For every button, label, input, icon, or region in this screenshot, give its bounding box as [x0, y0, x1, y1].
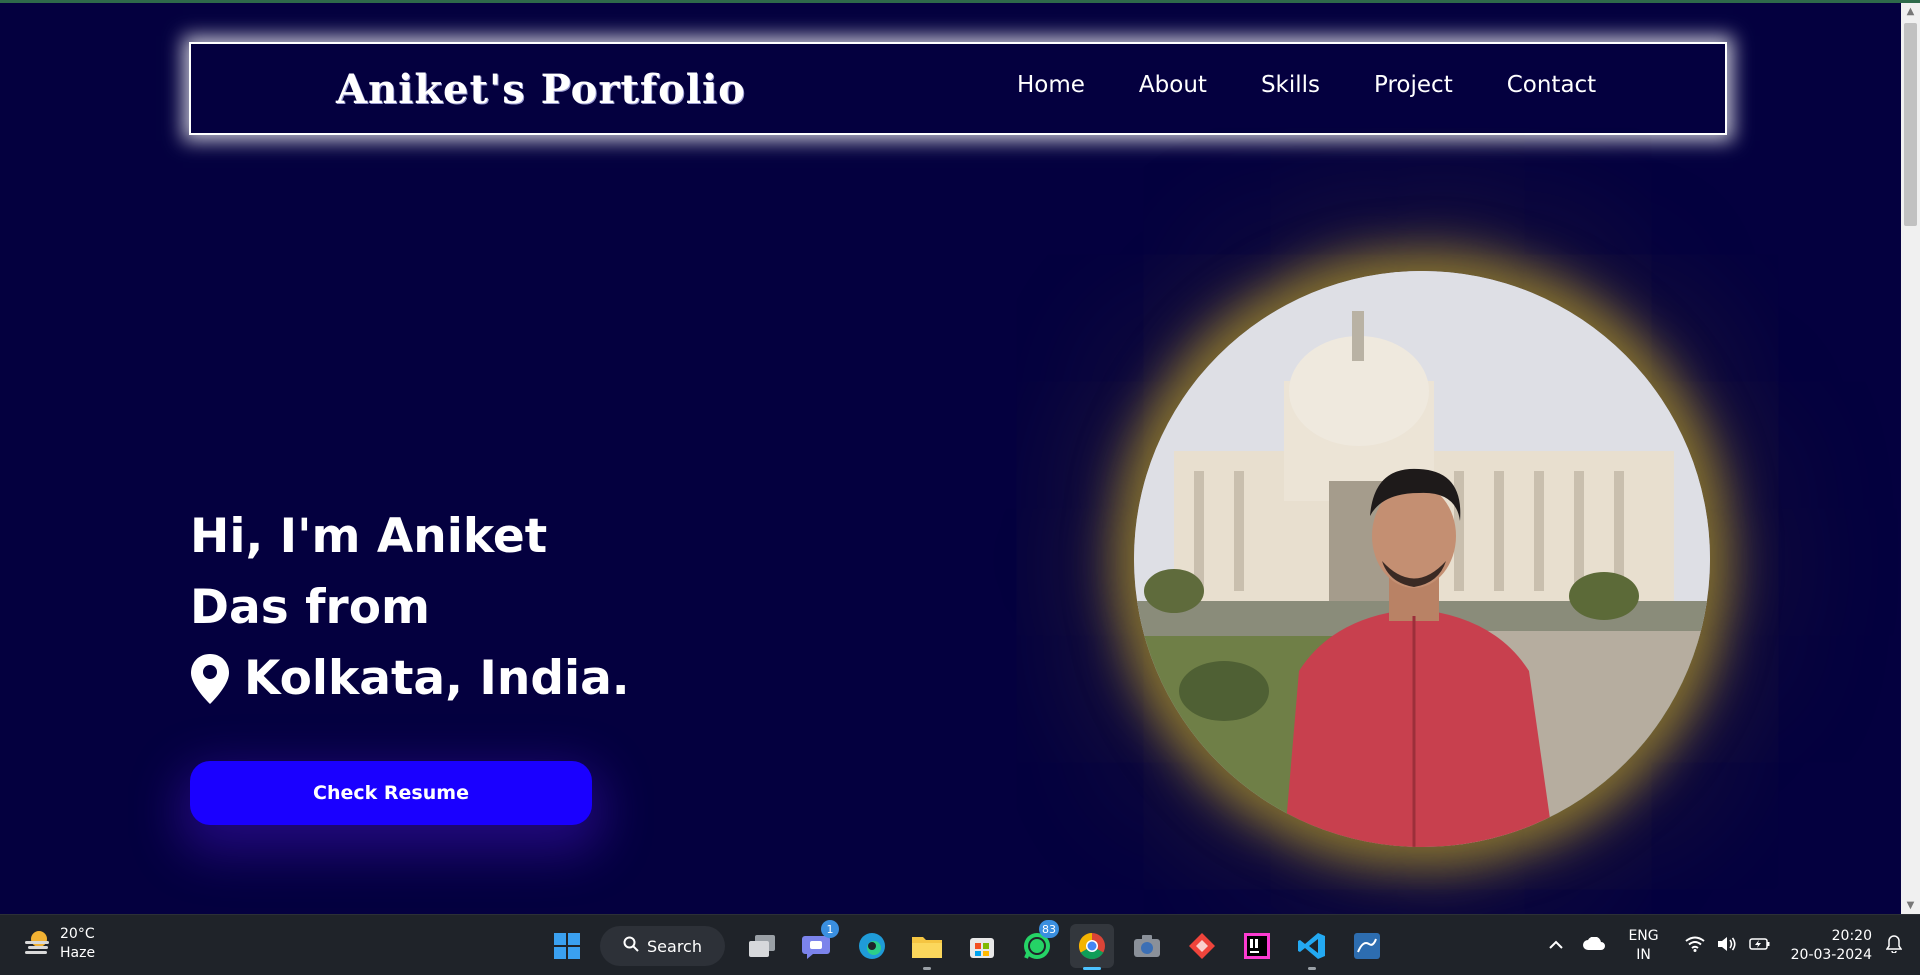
clock-time: 20:20: [1831, 927, 1872, 944]
taskbar-search[interactable]: Search: [600, 926, 725, 966]
start-windows-icon[interactable]: [545, 924, 589, 968]
system-clock[interactable]: 20:20 20-03-2024: [1791, 927, 1872, 965]
nav-link-home[interactable]: Home: [1017, 72, 1085, 98]
hero-location: Kolkata, India.: [190, 643, 630, 714]
clock-date: 20-03-2024: [1790, 946, 1872, 963]
scroll-down-arrow-icon[interactable]: ▼: [1901, 897, 1920, 914]
scrollbar-thumb[interactable]: [1904, 23, 1917, 226]
hero-heading: Hi, I'm Aniket Das from Kolkata, India.: [190, 501, 630, 714]
nav-link-contact[interactable]: Contact: [1507, 72, 1596, 98]
onedrive-cloud-icon[interactable]: [1582, 935, 1606, 955]
wifi-icon[interactable]: [1685, 936, 1705, 956]
brand-logo-text[interactable]: Aniket's Portfolio: [336, 66, 746, 113]
check-resume-button[interactable]: Check Resume: [190, 761, 592, 825]
navbar: Aniket's Portfolio Home About Skills Pro…: [189, 42, 1727, 135]
teams-chat-icon[interactable]: 1: [795, 920, 839, 968]
system-tray: ENG IN 20:20 20-03-2024: [1530, 915, 1920, 975]
task-view-icon[interactable]: [740, 924, 784, 968]
hero-line-greeting: Hi, I'm Aniket: [190, 509, 548, 564]
teams-notification-badge: 1: [821, 920, 839, 938]
input-language[interactable]: ENG IN: [1628, 927, 1658, 965]
microsoft-store-icon[interactable]: [960, 924, 1004, 968]
intellij-idea-icon[interactable]: [1235, 924, 1279, 968]
nav-link-about[interactable]: About: [1139, 72, 1207, 98]
nav-link-skills[interactable]: Skills: [1261, 72, 1320, 98]
running-indicator: [923, 967, 931, 970]
vs-code-icon[interactable]: [1290, 924, 1334, 970]
taskbar: 20°C Haze Search 1 83 ENG IN 20:20 20-03…: [0, 914, 1920, 975]
page-viewport: Aniket's Portfolio Home About Skills Pro…: [0, 3, 1901, 914]
search-label: Search: [647, 936, 702, 956]
running-indicator: [1308, 967, 1316, 970]
notification-bell-icon[interactable]: [1885, 934, 1903, 957]
file-explorer-icon[interactable]: [905, 924, 949, 970]
chrome-browser-icon[interactable]: [1070, 924, 1114, 970]
hero-line-name: Das from: [190, 580, 430, 635]
edge-browser-icon[interactable]: [850, 924, 894, 968]
language-code: ENG: [1628, 927, 1659, 944]
weather-temperature: 20°C: [60, 926, 95, 942]
anydesk-icon[interactable]: [1180, 924, 1224, 968]
scroll-up-arrow-icon[interactable]: ▲: [1901, 3, 1920, 20]
whatsapp-notification-badge: 83: [1039, 920, 1059, 938]
whatsapp-icon[interactable]: 83: [1015, 920, 1059, 968]
nav-links: Home About Skills Project Contact: [1017, 72, 1650, 98]
haze-weather-icon: [22, 927, 52, 961]
weather-description: Haze: [60, 945, 96, 961]
chevron-up-icon[interactable]: [1548, 938, 1564, 954]
profile-photo: [1134, 271, 1710, 847]
mysql-workbench-icon[interactable]: [1345, 924, 1389, 968]
active-app-indicator: [1083, 967, 1101, 970]
camera-icon[interactable]: [1125, 924, 1169, 968]
page-scrollbar[interactable]: ▲ ▼: [1901, 3, 1920, 914]
region-code: IN: [1636, 946, 1651, 963]
volume-icon[interactable]: [1717, 936, 1737, 956]
nav-link-project[interactable]: Project: [1374, 72, 1453, 98]
taskbar-apps: Search 1 83: [545, 920, 1400, 970]
location-pin-icon: [190, 653, 230, 705]
weather-widget[interactable]: 20°C Haze: [22, 925, 95, 963]
battery-charging-icon[interactable]: [1748, 937, 1771, 955]
location-text: Kolkata, India.: [244, 651, 630, 706]
search-icon: [623, 936, 639, 956]
